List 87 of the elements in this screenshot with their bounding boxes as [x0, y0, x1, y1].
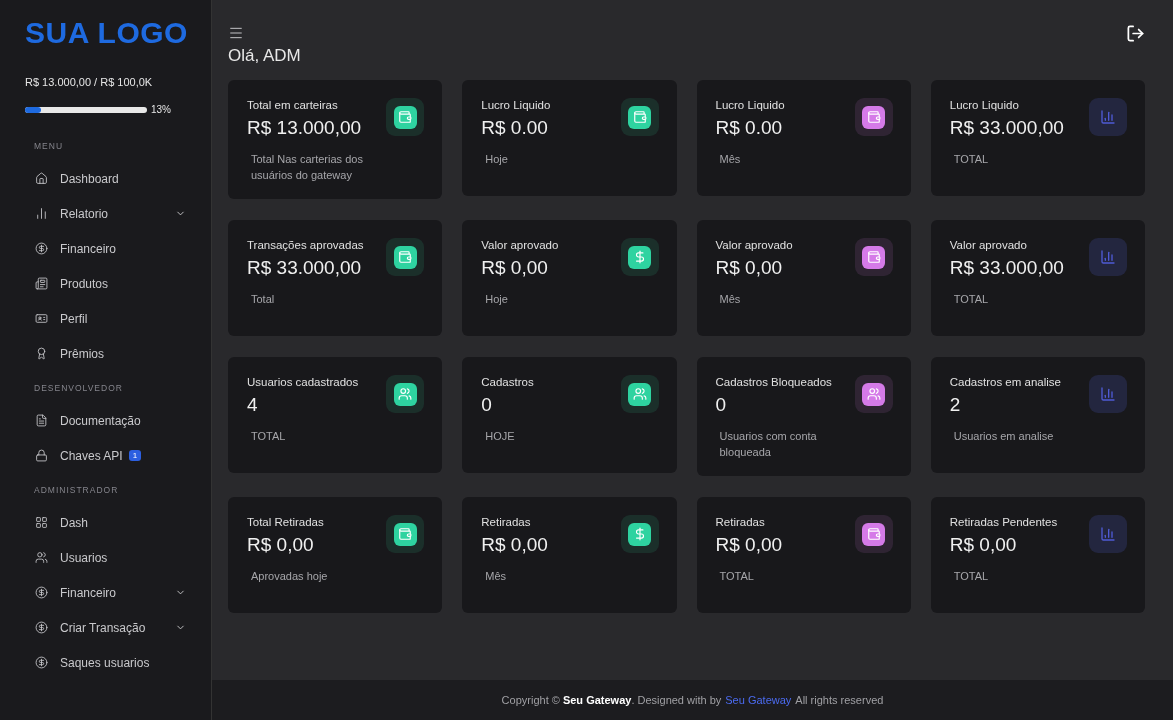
card-value: R$ 0,00	[247, 534, 315, 556]
card-value: R$ 0,00	[949, 534, 1018, 556]
card-title: Valor aprovado	[949, 239, 1028, 251]
card-value: R$ 13.000,00	[247, 117, 362, 139]
card-value: R$ 0,00	[481, 534, 548, 556]
card-title: Cadastros	[481, 376, 534, 388]
nav-item[interactable]: Produtos	[0, 266, 211, 301]
nav-item[interactable]: Relatorio	[0, 196, 211, 231]
card-value: R$ 0,00	[481, 257, 549, 279]
menu-button[interactable]	[228, 25, 244, 41]
card-note: Mês	[718, 152, 742, 167]
grid-icon	[35, 516, 48, 529]
card-value: R$ 0.00	[481, 117, 549, 139]
count-badge: 1	[128, 450, 142, 461]
card-note: TOTAL	[718, 569, 755, 584]
card-note: TOTAL	[952, 152, 990, 167]
card-title: Retiradas	[715, 516, 766, 528]
card-note: Hoje	[484, 152, 509, 167]
card-title: Valor aprovado	[715, 239, 793, 251]
card-value: 0	[715, 394, 728, 416]
nav-item[interactable]: Dashboard	[0, 161, 211, 196]
nav-item[interactable]: Documentação	[0, 403, 211, 438]
lock-icon	[35, 449, 48, 462]
nav-item[interactable]: Perfil	[0, 301, 211, 336]
card-note: Mês	[718, 292, 742, 307]
progress-reading: 13%	[151, 104, 171, 115]
card-note: Hoje	[484, 292, 509, 307]
dollar-circle-icon	[35, 621, 48, 634]
nav-item[interactable]: Usuarios	[0, 540, 211, 575]
bar-chart-icon	[35, 207, 48, 220]
card-note: Usuarios em analise	[952, 429, 1055, 444]
id-card-icon	[35, 312, 48, 325]
card-title: Cadastros em analise	[949, 376, 1061, 388]
nav-item[interactable]: Chaves API 1	[0, 438, 211, 473]
card-value: 4	[247, 394, 259, 416]
dollar-circle-icon	[35, 242, 48, 255]
nav-item[interactable]: Prêmios	[0, 336, 211, 371]
section-title: MENU	[33, 140, 65, 153]
card-value: R$ 33.000,00	[949, 257, 1064, 279]
section-title: DESENVOLVEDOR	[33, 382, 124, 395]
card-value: R$ 0,00	[715, 534, 783, 556]
card-value: R$ 0,00	[715, 257, 784, 279]
logout-button[interactable]	[1126, 23, 1145, 43]
card-note: TOTAL	[250, 429, 287, 444]
section-title: ADMINISTRADOR	[33, 484, 120, 497]
card-title: Transações aprovadas	[247, 239, 364, 251]
card-title: Lucro Liquido	[715, 99, 785, 111]
card-title: Total em carteiras	[247, 99, 339, 111]
copyright-text: Copyright © Seu Gateway. Designed with by	[501, 694, 722, 706]
card-note: TOTAL	[952, 292, 990, 307]
card-title: Lucro Liquido	[949, 99, 1020, 111]
logo: SUA LOGO	[24, 16, 189, 50]
card-note: Total	[250, 292, 276, 307]
rights-text: All rights reserved	[795, 694, 884, 706]
nav-item[interactable]: Dash	[0, 505, 211, 540]
card-value: 2	[949, 394, 962, 416]
card-note: Total Nas carterias dos usuários do gateway	[250, 152, 364, 183]
nav-item[interactable]: Saques usuarios	[0, 645, 211, 680]
dollar-circle-icon	[35, 656, 48, 669]
card-title: Valor aprovado	[481, 239, 559, 251]
document-icon	[35, 414, 48, 427]
home-icon	[35, 172, 48, 185]
card-title: Retiradas	[481, 516, 532, 528]
card-title: Lucro Liquido	[481, 99, 551, 111]
card-value: R$ 0.00	[715, 117, 784, 139]
balance-text: R$ 13.000,00 / R$ 100,0K	[24, 75, 154, 88]
footer-link[interactable]: Seu Gateway	[725, 694, 792, 706]
card-title: Usuarios cadastrados	[247, 376, 359, 388]
greeting: Olá, ADM	[227, 46, 302, 67]
dollar-circle-icon	[35, 586, 48, 599]
card-title: Retiradas Pendentes	[949, 516, 1058, 528]
card-value: R$ 33.000,00	[247, 257, 363, 279]
card-value: R$ 33.000,00	[949, 117, 1064, 139]
card-value: 0	[481, 394, 493, 416]
card-note: Usuarios com conta bloqueada	[718, 429, 818, 460]
nav-item[interactable]: Criar Transação	[0, 610, 211, 645]
card-title: Cadastros Bloqueados	[715, 376, 832, 388]
nav-item[interactable]: Financeiro	[0, 575, 211, 610]
card-title: Total Retiradas	[247, 516, 324, 528]
nav-item[interactable]: Financeiro	[0, 231, 211, 266]
card-note: Mês	[484, 569, 508, 584]
document-icon	[35, 277, 48, 290]
users-icon	[35, 551, 48, 564]
award-icon	[35, 347, 48, 360]
card-note: HOJE	[484, 429, 516, 444]
card-note: Aprovadas hoje	[250, 569, 329, 584]
card-note: TOTAL	[952, 569, 990, 584]
